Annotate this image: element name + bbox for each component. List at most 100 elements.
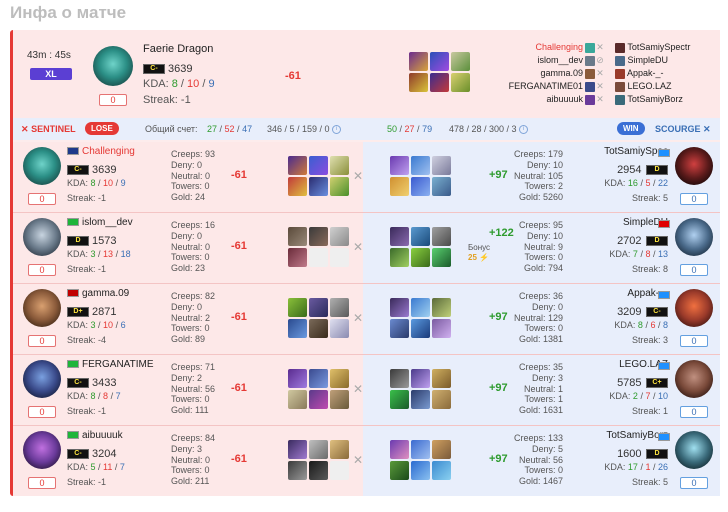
match-duration: 43m : 45s	[27, 50, 71, 61]
right-extra-score: 478 / 28 / 300 / 3 i	[449, 124, 529, 135]
kda-line: KDA: 5 / 11 / 7	[67, 462, 125, 472]
count-box: 0	[28, 406, 56, 418]
player-name[interactable]: SimpleDU	[588, 217, 668, 228]
player-name[interactable]: islom__dev	[67, 217, 162, 228]
stat-line: Neutral: 0	[171, 170, 211, 181]
item-icon	[432, 177, 451, 196]
country-flag	[67, 147, 79, 156]
hero-avatar	[675, 431, 713, 469]
player-name[interactable]: aibuuuuk	[67, 430, 162, 441]
stat-line: Gold: 5260	[518, 192, 563, 203]
count-box: 0	[680, 335, 708, 347]
stat-line: Deny: 10	[526, 159, 563, 170]
stat-line: Deny: 3	[171, 443, 203, 454]
item-icon	[432, 369, 451, 388]
swords-icon: ✕	[353, 382, 364, 396]
hero-avatar	[675, 218, 713, 256]
mmr-delta: +97	[489, 453, 508, 465]
hero-mini-icon	[585, 94, 595, 105]
streak: Streak: -1	[67, 477, 107, 487]
player-row: 0 gamma.09 D+ 2871 KDA: 3 / 10 / 6 Streak…	[13, 284, 720, 354]
player-link[interactable]: FERGANATIME01	[493, 80, 583, 93]
swords-icon: ✕	[596, 94, 604, 105]
empty-item-slot	[330, 248, 349, 267]
mmr-delta: +97	[489, 169, 508, 181]
sentinel-player: 0 aibuuuuk C- 3204 KDA: 5 / 11 / 7 Streak…	[13, 426, 363, 496]
item-icon	[411, 369, 430, 388]
item-icon	[309, 319, 328, 338]
player-link[interactable]: gamma.09	[493, 67, 583, 80]
player-name[interactable]: TotSamiySpec	[588, 146, 668, 157]
player-name[interactable]: FERGANATIME	[67, 359, 162, 370]
sentinel-player: 0 gamma.09 D+ 2871 KDA: 3 / 10 / 6 Streak…	[13, 284, 363, 354]
item-icon	[288, 440, 307, 459]
item-icon	[390, 156, 409, 175]
item-icon	[432, 227, 451, 246]
item-icon	[309, 298, 328, 317]
stat-line: Gold: 1467	[518, 476, 563, 487]
stat-line: Towers: 1	[524, 394, 563, 405]
item-icon	[432, 440, 451, 459]
player-stats: Creeps: 82 Deny: 0 Neutral: 2 Towers: 0 Gold…	[171, 291, 215, 345]
rank-badge: C-	[646, 306, 668, 317]
player-link[interactable]: Appak-_-	[627, 68, 664, 78]
item-icon	[330, 390, 349, 409]
item-icon	[330, 440, 349, 459]
bonus: Бонус 25 ⚡	[468, 243, 491, 262]
player-row: 0 FERGANATIME C- 3433 KDA: 8 / 8 / 7 Stre…	[13, 355, 720, 425]
kda-line: KDA: 3 / 10 / 6	[67, 320, 126, 330]
player-link[interactable]: SimpleDU	[628, 55, 669, 65]
rank-line: D+ 2871	[67, 303, 116, 321]
rank-line: 2702 D	[588, 232, 668, 250]
player-stats: Creeps: 35 Deny: 3 Neutral: 1 Towers: 1 Gold…	[513, 362, 563, 416]
item-icon	[330, 227, 349, 246]
item-icon	[411, 227, 430, 246]
item-icon	[390, 227, 409, 246]
player-items	[390, 227, 451, 267]
kda-line: KDA: 8 / 6 / 8	[614, 320, 668, 330]
player-name[interactable]: LEGO.LAZ	[588, 359, 668, 370]
country-flag	[67, 218, 79, 227]
streak: Streak: 5	[631, 477, 668, 487]
rank-badge: C+	[646, 377, 668, 388]
player-link[interactable]: TotSamiySpectr	[627, 42, 690, 52]
stat-line: Gold: 24	[171, 192, 206, 203]
hero-avatar	[23, 289, 61, 327]
info-icon[interactable]: i	[332, 125, 342, 135]
player-link[interactable]: islom__dev	[493, 54, 583, 67]
match-header: 43m : 45s XL 0 Faerie Dragon C- 3639 KDA:…	[13, 30, 720, 118]
rank-line: 1600 D	[588, 445, 668, 463]
info-icon[interactable]: i	[519, 125, 529, 135]
item-icon	[432, 156, 451, 175]
streak: Streak: -1	[67, 264, 107, 274]
player-items	[288, 227, 349, 267]
player-link[interactable]: aibuuuuk	[493, 93, 583, 106]
mmr: 3639	[92, 163, 117, 176]
player-link[interactable]: TotSamiyBorz	[627, 94, 683, 104]
stat-line: Gold: 111	[171, 405, 209, 416]
player-link[interactable]: LEGO.LAZ	[628, 81, 672, 91]
player-name[interactable]: TotSamiyBorz	[588, 430, 668, 441]
player-stats: Creeps: 93 Deny: 0 Neutral: 0 Towers: 0 Gold…	[171, 149, 215, 203]
country-flag	[67, 289, 79, 298]
players-right-list: TotSamiySpectr SimpleDU Appak-_- LEGO.LA…	[615, 41, 715, 106]
swords-icon: ✕	[21, 124, 29, 134]
count-box: 0	[680, 406, 708, 418]
player-name[interactable]: Challenging	[67, 146, 162, 157]
player-name[interactable]: Appak-_-	[588, 288, 668, 299]
stat-line: Neutral: 56	[518, 454, 563, 465]
item-icon	[309, 369, 328, 388]
item-icon	[411, 177, 430, 196]
player-stats: Creeps: 36 Deny: 0 Neutral: 129 Towers: 0 Go…	[513, 291, 563, 345]
stat-line: Towers: 0	[171, 252, 210, 263]
count-box: 0	[28, 264, 56, 276]
left-score: 27 / 52 / 47	[207, 124, 253, 134]
player-link[interactable]: Challenging	[493, 41, 583, 54]
stat-line: Towers: 0	[524, 323, 563, 334]
mmr: 2871	[92, 305, 117, 318]
mmr-delta: +122	[489, 227, 514, 239]
item-icon	[390, 319, 409, 338]
mmr-delta: -61	[285, 70, 301, 82]
player-name[interactable]: gamma.09	[67, 288, 162, 299]
players-left-list: Challenging islom__dev gamma.09 FERGANAT…	[493, 41, 583, 106]
